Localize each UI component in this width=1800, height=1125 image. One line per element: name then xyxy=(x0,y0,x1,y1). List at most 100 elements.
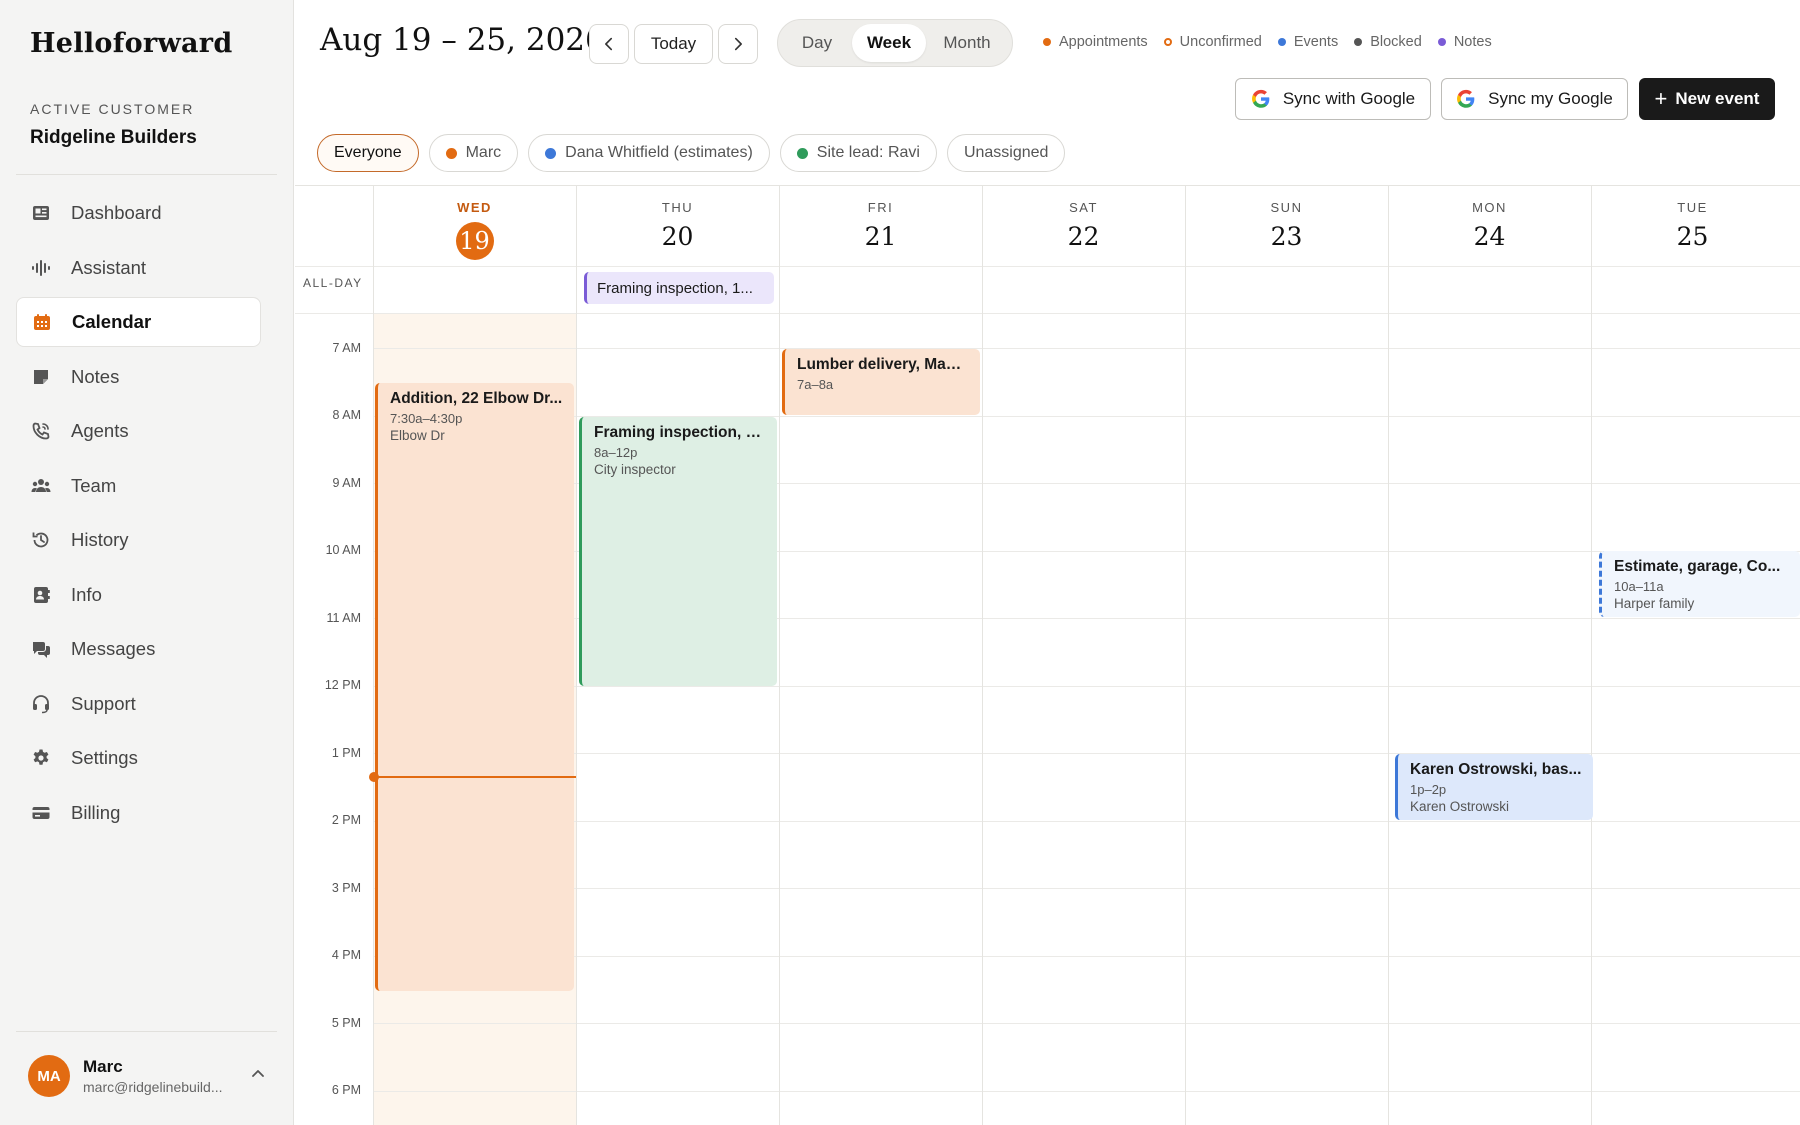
filter-label: Everyone xyxy=(334,144,402,161)
active-customer-label: ACTIVE CUSTOMER xyxy=(30,101,195,117)
sidebar-item-messages[interactable]: Messages xyxy=(16,624,261,674)
sidebar-item-label: Support xyxy=(71,692,136,714)
chevron-left-icon xyxy=(605,37,613,51)
day-header-dow: MON xyxy=(1472,200,1507,215)
today-button[interactable]: Today xyxy=(634,24,713,64)
sidebar-item-notes[interactable]: Notes xyxy=(16,352,261,402)
event-time: 8a–12p xyxy=(594,445,638,460)
contact-card-icon xyxy=(30,584,52,606)
filter-everyone[interactable]: Everyone xyxy=(317,134,419,172)
current-time-dot xyxy=(369,772,379,782)
event-framing-inspection[interactable]: Framing inspection, 1... 8a–12p City ins… xyxy=(579,417,777,686)
legend-appointments: Appointments xyxy=(1043,34,1148,50)
sidebar-item-label: Billing xyxy=(71,801,121,823)
prev-week-button[interactable] xyxy=(589,24,629,64)
event-title: Estimate, garage, Co... xyxy=(1614,558,1781,575)
filter-dot xyxy=(796,147,808,159)
user-name: Marc xyxy=(83,1057,123,1076)
legend-label: Notes xyxy=(1453,34,1492,50)
calendar-icon xyxy=(31,311,53,333)
sidebar-item-agents[interactable]: Agents xyxy=(16,406,261,456)
day-divider xyxy=(1591,186,1592,1125)
day-header-date-today[interactable]: 19 xyxy=(373,222,576,260)
sidebar-item-settings[interactable]: Settings xyxy=(16,733,261,783)
hour-label: 12 PM xyxy=(324,678,361,692)
legend-notes: Notes xyxy=(1437,34,1492,50)
event-karen-ostrowski[interactable]: Karen Ostrowski, bas... 1p–2p Karen Ostr… xyxy=(1395,754,1593,820)
event-estimate-garage[interactable]: Estimate, garage, Co... 10a–11a Harper f… xyxy=(1599,551,1800,617)
avatar: MA xyxy=(28,1055,70,1097)
event-lumber-delivery[interactable]: Lumber delivery, Mapl... 7a–8a xyxy=(782,349,980,415)
today-date-badge: 19 xyxy=(455,222,494,260)
view-month[interactable]: Month xyxy=(926,24,1008,62)
user-menu[interactable]: MA Marc marc@ridgelinebuild... xyxy=(28,1055,223,1097)
day-header-date[interactable]: 21 xyxy=(779,222,982,251)
sidebar-nav: Dashboard Assistant Calendar Notes Agent… xyxy=(16,188,261,842)
sync-with-google-button[interactable]: Sync with Google xyxy=(1235,78,1431,120)
sidebar-item-assistant[interactable]: Assistant xyxy=(16,243,261,293)
gear-icon xyxy=(30,747,52,769)
credit-card-icon xyxy=(30,802,52,824)
event-title: Framing inspection, 1... xyxy=(594,424,767,441)
day-header-date[interactable]: 24 xyxy=(1388,222,1591,251)
sidebar-item-label: History xyxy=(71,529,129,550)
plus-icon: + xyxy=(1654,86,1668,111)
allday-event[interactable]: Framing inspection, 1... xyxy=(584,272,774,304)
day-divider xyxy=(779,186,780,1125)
day-header-date[interactable]: 22 xyxy=(982,222,1185,251)
sidebar-item-label: Calendar xyxy=(72,311,152,332)
sidebar-item-billing[interactable]: Billing xyxy=(16,788,261,838)
event-time: 10a–11a xyxy=(1614,579,1664,594)
legend-dot xyxy=(1277,38,1286,46)
current-time-line xyxy=(373,776,576,778)
sidebar-item-label: Info xyxy=(71,583,102,605)
sidebar-item-info[interactable]: Info xyxy=(16,570,261,620)
event-addition-elbow-dr[interactable]: Addition, 22 Elbow Dr... 7:30a–4:30p Elb… xyxy=(375,383,574,991)
hour-label: 10 AM xyxy=(325,543,361,557)
day-header-date[interactable]: 20 xyxy=(576,222,779,251)
new-event-label: New event xyxy=(1675,89,1760,108)
legend-label: Appointments xyxy=(1059,34,1148,50)
day-header-date[interactable]: 25 xyxy=(1591,222,1794,251)
filter-site-lead-ravi[interactable]: Site lead: Ravi xyxy=(779,134,937,172)
hour-label: 3 PM xyxy=(331,881,361,895)
event-time: 1p–2p xyxy=(1410,782,1447,797)
chevron-up-icon[interactable] xyxy=(248,1064,268,1084)
sync-my-google-button[interactable]: Sync my Google xyxy=(1441,78,1628,120)
sidebar-item-label: Dashboard xyxy=(71,202,162,223)
sidebar-item-label: Settings xyxy=(71,747,138,768)
legend-label: Unconfirmed xyxy=(1179,34,1262,50)
filter-marc[interactable]: Marc xyxy=(428,134,519,172)
event-subtitle: Elbow Dr xyxy=(390,428,445,443)
filter-unassigned[interactable]: Unassigned xyxy=(946,134,1066,172)
sidebar-item-team[interactable]: Team xyxy=(16,461,261,511)
sidebar-item-dashboard[interactable]: Dashboard xyxy=(16,188,261,238)
view-day[interactable]: Day xyxy=(782,24,852,62)
sidebar-item-support[interactable]: Support xyxy=(16,679,261,729)
day-divider xyxy=(982,186,983,1125)
sync-my-google-label: Sync my Google xyxy=(1488,89,1613,108)
new-event-button[interactable]: + New event xyxy=(1639,78,1775,120)
view-week[interactable]: Week xyxy=(852,24,926,62)
sidebar-item-label: Assistant xyxy=(71,256,147,278)
day-header-dow: FRI xyxy=(867,200,894,215)
next-week-button[interactable] xyxy=(718,24,758,64)
hour-label: 7 AM xyxy=(332,341,362,355)
filter-dana-whitfield[interactable]: Dana Whitfield (estimates) xyxy=(528,134,770,172)
brand-logo[interactable]: Helloforward xyxy=(30,28,233,59)
sidebar-item-label: Messages xyxy=(71,638,156,659)
active-customer-name[interactable]: Ridgeline Builders xyxy=(30,127,197,149)
hour-label: 11 AM xyxy=(326,611,361,625)
hour-gridline xyxy=(373,820,1800,822)
sidebar-item-calendar[interactable]: Calendar xyxy=(16,297,261,347)
hour-label: 2 PM xyxy=(331,813,361,827)
day-divider xyxy=(1185,186,1186,1125)
sidebar-item-history[interactable]: History xyxy=(16,515,261,565)
legend-blocked: Blocked xyxy=(1354,34,1422,50)
assignee-filters: Everyone Marc Dana Whitfield (estimates)… xyxy=(317,134,1075,172)
filter-label: Unassigned xyxy=(963,144,1049,161)
legend-dot xyxy=(1043,38,1051,46)
day-header-date[interactable]: 23 xyxy=(1185,222,1388,251)
hour-gridline xyxy=(373,1023,1800,1024)
waveform-icon xyxy=(30,257,52,279)
